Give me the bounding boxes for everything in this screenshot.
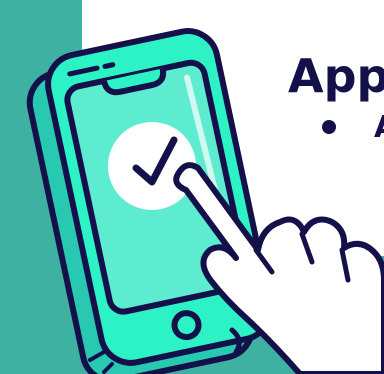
bullet-dot-icon bbox=[322, 120, 336, 134]
slide-title: App bbox=[288, 49, 384, 103]
bullet-item: A bbox=[322, 108, 384, 148]
slide-canvas: App A bbox=[0, 0, 384, 374]
bullet-list: A bbox=[322, 108, 384, 148]
bullet-text: A bbox=[374, 110, 384, 145]
